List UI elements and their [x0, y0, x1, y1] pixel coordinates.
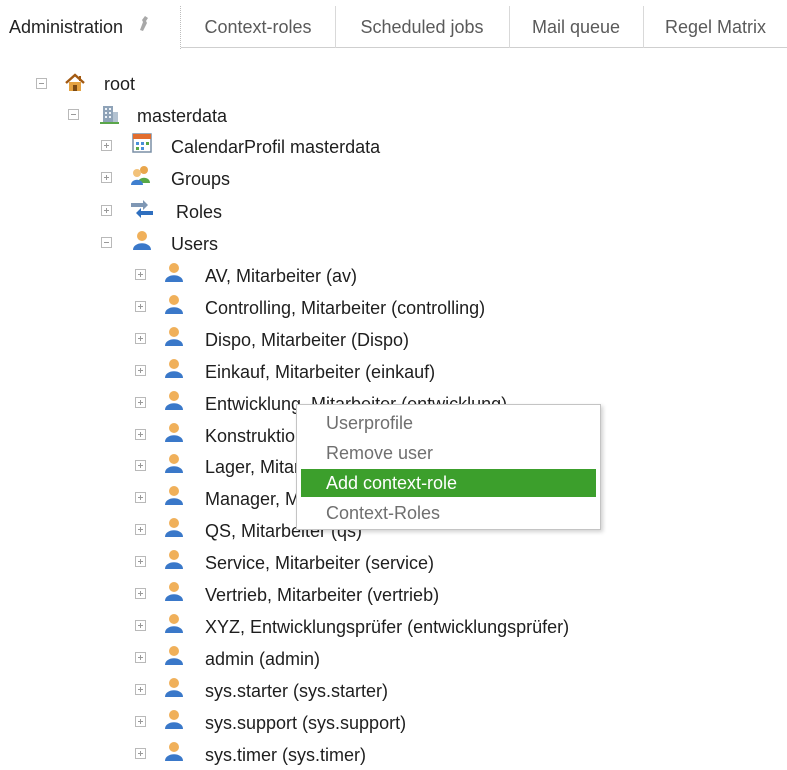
user-icon [163, 516, 185, 538]
user-icon [163, 293, 185, 315]
tree-node-label: Roles [176, 202, 223, 222]
building-icon [98, 103, 120, 125]
user-icon [163, 421, 185, 443]
user-icon [163, 389, 185, 411]
expand-toggle-icon[interactable] [135, 652, 146, 663]
collapse-toggle-icon[interactable] [36, 78, 47, 89]
tab-administration[interactable]: Administration [0, 6, 181, 49]
tab-context-roles[interactable]: Context-roles [182, 6, 334, 48]
user-label: sys.starter (sys.starter) [205, 681, 389, 701]
expand-toggle-icon[interactable] [101, 140, 112, 151]
tab-mail-queue[interactable]: Mail queue [509, 6, 642, 48]
user-label: Einkauf, Mitarbeiter (einkauf) [205, 362, 436, 382]
user-icon [163, 580, 185, 602]
user-icon [163, 612, 185, 634]
tree-node-masterdata[interactable]: masterdata [0, 101, 300, 131]
expand-toggle-icon[interactable] [135, 748, 146, 759]
user-icon [163, 484, 185, 506]
user-icon [163, 708, 185, 730]
tree-node-groups[interactable]: Groups [0, 164, 260, 194]
menu-item-context-roles[interactable]: Context-Roles [301, 499, 596, 527]
tree-node-label: Groups [171, 169, 231, 189]
user-row[interactable]: XYZ, Entwicklungsprüfer (entwicklungsprü… [0, 612, 640, 642]
expand-toggle-icon[interactable] [135, 301, 146, 312]
expand-toggle-icon[interactable] [135, 429, 146, 440]
tab-administration-label: Administration [9, 17, 124, 37]
user-row[interactable]: sys.support (sys.support) [0, 708, 640, 738]
user-label: admin (admin) [205, 649, 321, 669]
user-label: Service, Mitarbeiter (service) [205, 553, 435, 573]
wrench-icon[interactable] [136, 6, 150, 48]
tab-context-roles-label: Context-roles [204, 17, 312, 37]
user-row[interactable]: Einkauf, Mitarbeiter (einkauf) [0, 357, 640, 387]
menu-item-remove-user[interactable]: Remove user [301, 439, 596, 467]
user-row[interactable]: sys.timer (sys.timer) [0, 740, 640, 770]
tree-node-label: masterdata [137, 106, 228, 126]
user-icon [163, 452, 185, 474]
collapse-toggle-icon[interactable] [68, 109, 79, 120]
user-label: Controlling, Mitarbeiter (controlling) [205, 298, 486, 318]
tree-node-label: root [104, 74, 136, 94]
menu-item-add-context-role[interactable]: Add context-role [301, 469, 596, 497]
user-row[interactable]: Vertrieb, Mitarbeiter (vertrieb) [0, 580, 640, 610]
expand-toggle-icon[interactable] [135, 333, 146, 344]
roles-arrows-icon [129, 197, 153, 219]
tab-scheduled-jobs[interactable]: Scheduled jobs [335, 6, 508, 48]
tab-regel-matrix-label: Regel Matrix [664, 17, 767, 37]
user-icon [163, 548, 185, 570]
user-row[interactable]: admin (admin) [0, 644, 640, 674]
expand-toggle-icon[interactable] [101, 172, 112, 183]
tree-node-calendar-profil[interactable]: CalendarProfil masterdata [0, 132, 420, 162]
tab-mail-queue-label: Mail queue [531, 17, 621, 37]
tree-node-roles[interactable]: Roles [0, 197, 260, 227]
tree-node-label: Users [171, 234, 219, 254]
context-menu: Userprofile Remove user Add context-role… [296, 404, 601, 530]
user-row[interactable]: Controlling, Mitarbeiter (controlling) [0, 293, 640, 323]
tab-bar: Administration Context-roles Scheduled j… [0, 0, 787, 49]
collapse-toggle-icon[interactable] [101, 237, 112, 248]
expand-toggle-icon[interactable] [135, 397, 146, 408]
user-row[interactable]: AV, Mitarbeiter (av) [0, 261, 640, 291]
expand-toggle-icon[interactable] [101, 205, 112, 216]
user-icon [163, 644, 185, 666]
calendar-icon [131, 132, 153, 154]
user-label: sys.support (sys.support) [205, 713, 407, 733]
user-row[interactable]: Dispo, Mitarbeiter (Dispo) [0, 325, 640, 355]
menu-item-userprofile[interactable]: Userprofile [301, 409, 596, 437]
user-icon [163, 740, 185, 762]
tab-regel-matrix[interactable]: Regel Matrix [643, 6, 787, 48]
group-icon [129, 164, 151, 186]
user-label: sys.timer (sys.timer) [205, 745, 366, 765]
user-label: AV, Mitarbeiter (av) [205, 266, 358, 286]
tree-node-root[interactable]: root [0, 70, 200, 100]
expand-toggle-icon[interactable] [135, 365, 146, 376]
expand-toggle-icon[interactable] [135, 588, 146, 599]
expand-toggle-icon[interactable] [135, 716, 146, 727]
user-icon [163, 357, 185, 379]
user-row[interactable]: sys.starter (sys.starter) [0, 676, 640, 706]
user-icon [163, 261, 185, 283]
expand-toggle-icon[interactable] [135, 269, 146, 280]
user-icon [163, 676, 185, 698]
tab-scheduled-jobs-label: Scheduled jobs [360, 17, 484, 37]
home-icon [64, 72, 86, 94]
expand-toggle-icon[interactable] [135, 684, 146, 695]
user-icon [131, 229, 153, 251]
expand-toggle-icon[interactable] [135, 620, 146, 631]
tree-node-label: CalendarProfil masterdata [171, 137, 381, 157]
user-label: Vertrieb, Mitarbeiter (vertrieb) [205, 585, 440, 605]
user-row[interactable]: Service, Mitarbeiter (service) [0, 548, 640, 578]
user-label: Dispo, Mitarbeiter (Dispo) [205, 330, 410, 350]
tree-node-users[interactable]: Users [0, 229, 260, 259]
expand-toggle-icon[interactable] [135, 492, 146, 503]
expand-toggle-icon[interactable] [135, 460, 146, 471]
expand-toggle-icon[interactable] [135, 556, 146, 567]
user-icon [163, 325, 185, 347]
tree-panel: root masterdata CalendarProfil masterdat… [0, 48, 787, 765]
expand-toggle-icon[interactable] [135, 524, 146, 535]
user-label: XYZ, Entwicklungsprüfer (entwicklungsprü… [205, 617, 570, 637]
